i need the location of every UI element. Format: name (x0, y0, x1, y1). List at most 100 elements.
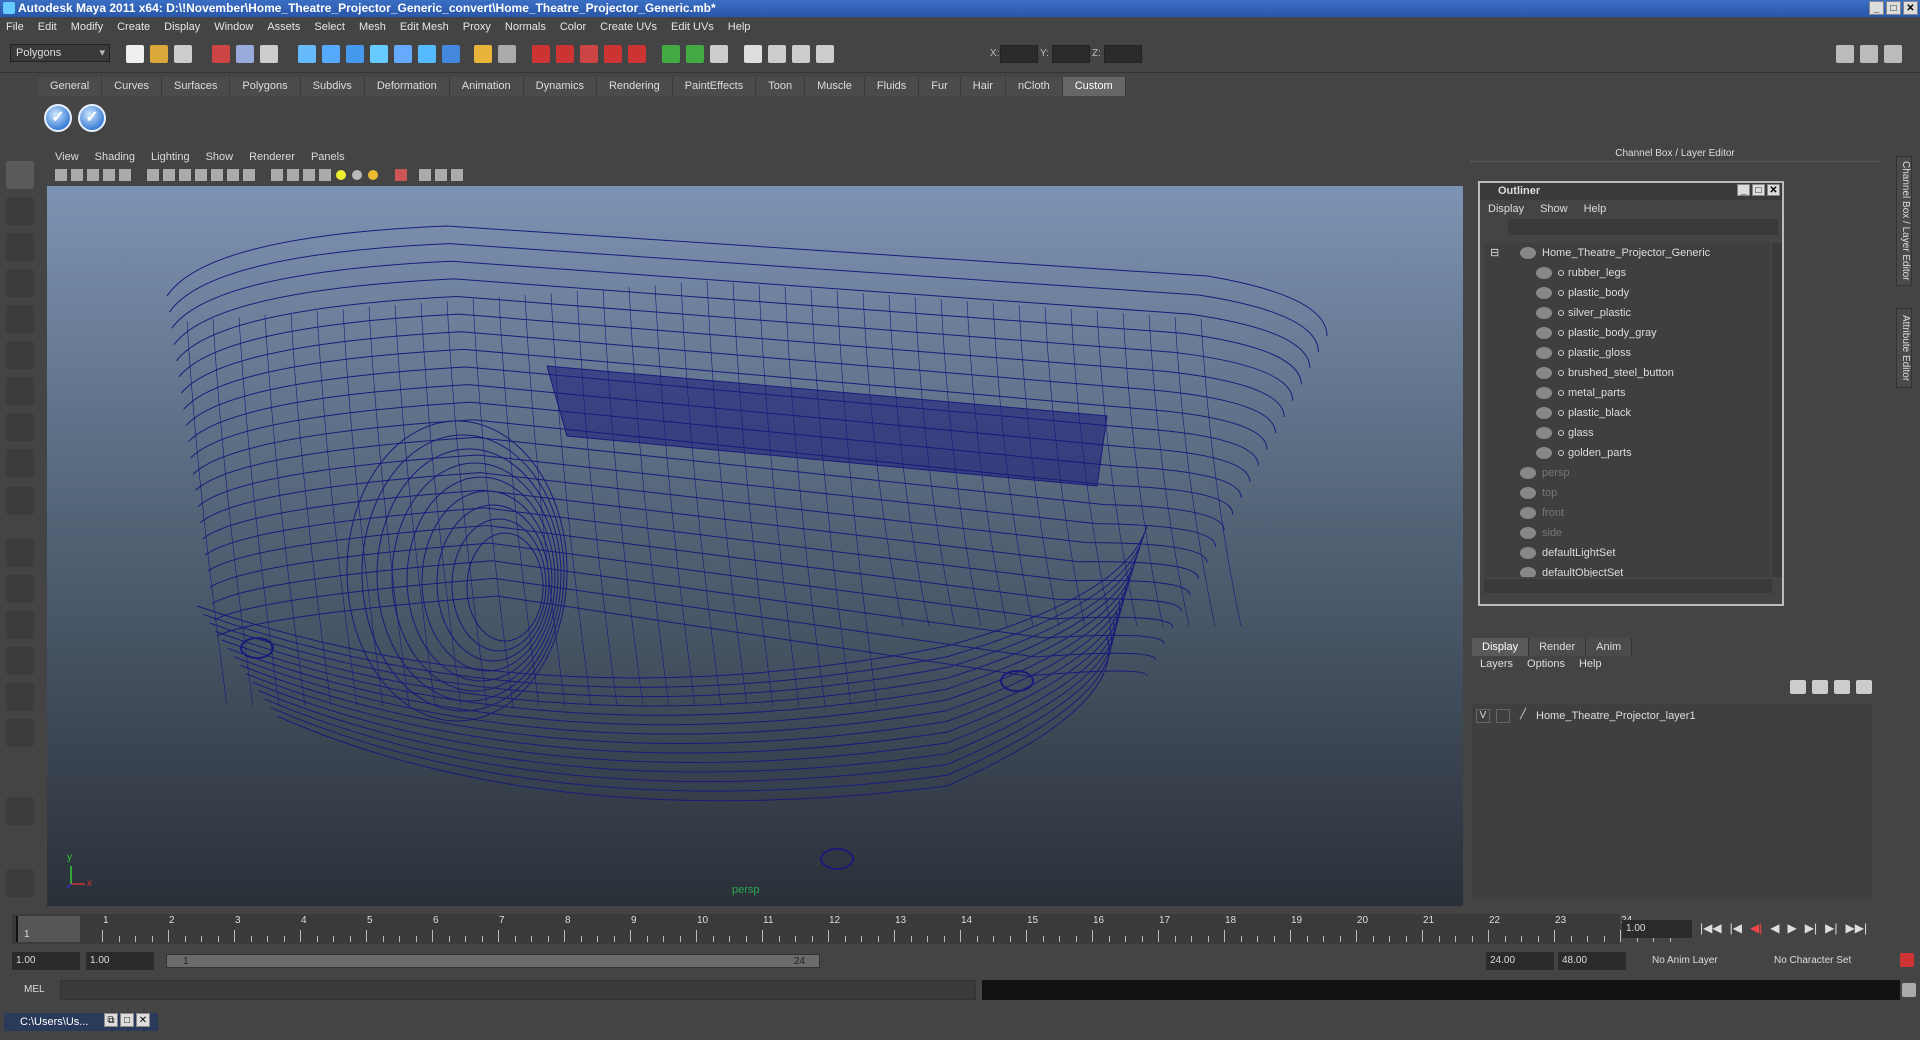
outliner-layout-icon[interactable] (6, 611, 34, 639)
select-hierarchy-icon[interactable] (212, 45, 230, 63)
time-slider-track[interactable]: 1234567891011121314151617181920212223241 (12, 914, 1671, 944)
hypershade-icon[interactable] (604, 45, 622, 63)
scale-tool-icon[interactable] (6, 341, 34, 369)
shelf-tab-general[interactable]: General (38, 77, 103, 96)
sidebar-toggle-icon[interactable] (744, 45, 762, 63)
shelf-tab-dynamics[interactable]: Dynamics (523, 77, 597, 96)
layer-editor-toggle-icon[interactable] (792, 45, 810, 63)
open-scene-icon[interactable] (150, 45, 168, 63)
menu-edit-mesh[interactable]: Edit Mesh (400, 21, 449, 33)
make-live-icon[interactable] (394, 45, 412, 63)
shelf-tab-curves[interactable]: Curves (102, 77, 162, 96)
outliner-item[interactable]: plastic_body (1484, 283, 1770, 303)
layer-menu-help[interactable]: Help (1579, 658, 1602, 670)
shelf-tab-toon[interactable]: Toon (756, 77, 806, 96)
outliner-close-button[interactable]: ✕ (1767, 184, 1780, 196)
outliner-item[interactable]: side (1484, 523, 1770, 543)
backface-icon[interactable] (451, 169, 463, 181)
menu-color[interactable]: Color (560, 21, 586, 33)
playback-button-7[interactable]: ▶▶| (1845, 921, 1867, 935)
outliner-menu-display[interactable]: Display (1488, 203, 1524, 215)
outliner-horizontal-scrollbar[interactable] (1484, 579, 1772, 593)
menu-normals[interactable]: Normals (505, 21, 546, 33)
character-set-dropdown[interactable]: No Character Set (1770, 952, 1880, 970)
channelbox-toggle-icon[interactable] (816, 45, 834, 63)
shelf-tab-deformation[interactable]: Deformation (364, 77, 450, 96)
image-plane-icon[interactable] (103, 169, 115, 181)
playback-button-0[interactable]: |◀◀ (1700, 921, 1722, 935)
perspective-viewport[interactable]: y x persp (47, 186, 1463, 906)
input-field-icon[interactable] (686, 45, 704, 63)
shelf-tab-painteffects[interactable]: PaintEffects (672, 77, 757, 96)
show-tool-settings-icon[interactable] (1860, 45, 1878, 63)
snap-curve-icon[interactable] (322, 45, 340, 63)
last-tool-icon[interactable] (6, 487, 34, 515)
z-field[interactable] (1104, 45, 1142, 63)
four-view-layout-icon[interactable] (6, 575, 34, 603)
move-tool-icon[interactable] (6, 269, 34, 297)
mel-label[interactable]: MEL (24, 984, 45, 995)
attribute-editor-side-tab[interactable]: Attribute Editor (1896, 308, 1912, 388)
viewport-menu-show[interactable]: Show (206, 151, 234, 163)
snap-grid-icon[interactable] (298, 45, 316, 63)
gate-mask-icon[interactable] (195, 169, 207, 181)
range-bar[interactable]: 1 24 (166, 954, 820, 968)
new-layer-selected-icon[interactable] (1812, 680, 1828, 694)
camera-select-icon[interactable] (55, 169, 67, 181)
paint-select-tool-icon[interactable] (6, 233, 34, 261)
render-view-icon[interactable] (628, 45, 646, 63)
shelf-tab-muscle[interactable]: Muscle (805, 77, 865, 96)
select-component-icon[interactable] (260, 45, 278, 63)
textured-icon[interactable] (319, 169, 331, 181)
help-icon[interactable] (442, 45, 460, 63)
time-slider[interactable]: 1234567891011121314151617181920212223241… (0, 912, 1920, 946)
render-settings-icon[interactable] (580, 45, 598, 63)
layer-row[interactable]: V ╱ Home_Theatre_Projector_layer1 (1476, 707, 1696, 725)
input-line-icon[interactable] (662, 45, 680, 63)
task-restore-button[interactable]: ⧉ (104, 1013, 118, 1027)
y-field[interactable] (1052, 45, 1090, 63)
collapse-icon[interactable]: ⊟ (1490, 243, 1499, 263)
hypershade-layout-icon[interactable] (6, 683, 34, 711)
shelf-tab-custom[interactable]: Custom (1062, 77, 1126, 96)
outliner-item[interactable]: Home_Theatre_Projector_Generic ⊟ (1484, 243, 1770, 263)
move-layer-down-icon[interactable] (1856, 680, 1872, 694)
lock-icon[interactable] (474, 45, 492, 63)
playback-button-2[interactable]: ◀| (1750, 921, 1762, 935)
smooth-shade-icon[interactable] (287, 169, 299, 181)
layer-color-icon[interactable]: ╱ (1516, 709, 1530, 723)
show-channelbox-icon[interactable] (1884, 45, 1902, 63)
outliner-minimize-button[interactable]: _ (1737, 184, 1750, 196)
layer-menu-layers[interactable]: Layers (1480, 658, 1513, 670)
film-gate-icon[interactable] (163, 169, 175, 181)
mel-input[interactable] (60, 980, 976, 1000)
menu-window[interactable]: Window (214, 21, 253, 33)
rotate-tool-icon[interactable] (6, 305, 34, 333)
layer-type-toggle[interactable] (1496, 709, 1510, 723)
menu-edit[interactable]: Edit (38, 21, 57, 33)
shelf-tab-fluids[interactable]: Fluids (864, 77, 920, 96)
safe-action-icon[interactable] (227, 169, 239, 181)
show-manip-icon[interactable] (6, 449, 34, 477)
camera-attr-icon[interactable] (71, 169, 83, 181)
xray-joints-icon[interactable] (435, 169, 447, 181)
maximize-button[interactable]: □ (1886, 1, 1901, 15)
preferences-icon[interactable] (1900, 953, 1914, 967)
viewport-menu-lighting[interactable]: Lighting (151, 151, 190, 163)
playback-button-3[interactable]: ◀ (1770, 921, 1779, 935)
two-d-pan-icon[interactable] (119, 169, 131, 181)
show-attribute-editor-icon[interactable] (1836, 45, 1854, 63)
channelbox-side-tab[interactable]: Channel Box / Layer Editor (1896, 156, 1912, 286)
outliner-item[interactable]: persp (1484, 463, 1770, 483)
bookmark-icon[interactable] (87, 169, 99, 181)
outliner-filter-field[interactable] (1508, 219, 1778, 235)
viewport-menu-shading[interactable]: Shading (95, 151, 135, 163)
playback-button-1[interactable]: |◀ (1730, 921, 1742, 935)
current-time-marker[interactable]: 1 (16, 916, 80, 942)
menu-edit-uvs[interactable]: Edit UVs (671, 21, 714, 33)
playback-button-4[interactable]: ▶ (1788, 921, 1797, 935)
outliner-item[interactable]: defaultObjectSet (1484, 563, 1770, 577)
safe-title-icon[interactable] (243, 169, 255, 181)
snap-point-icon[interactable] (346, 45, 364, 63)
hand-tool-icon[interactable] (6, 869, 34, 897)
